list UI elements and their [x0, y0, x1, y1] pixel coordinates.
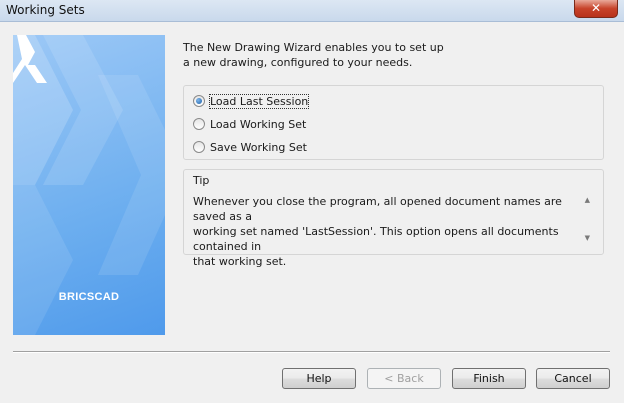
radio-button-checked[interactable]: [193, 95, 205, 107]
radio-save-working-set[interactable]: Save Working Set: [193, 139, 307, 155]
wizard-intro-text: The New Drawing Wizard enables you to se…: [183, 40, 603, 70]
tip-title: Tip: [193, 174, 210, 187]
back-button[interactable]: < Back: [367, 368, 441, 389]
brand-side-panel: BRICSCAD: [13, 35, 165, 335]
tip-text: Whenever you close the program, all open…: [193, 194, 573, 269]
help-button[interactable]: Help: [282, 368, 356, 389]
options-group: Load Last Session Load Working Set Save …: [183, 85, 604, 160]
title-bar: Working Sets ✕: [0, 0, 624, 22]
scroll-up-arrow-icon[interactable]: ▲: [585, 196, 590, 204]
intro-line-2: a new drawing, configured to your needs.: [183, 56, 413, 69]
cancel-button[interactable]: Cancel: [536, 368, 610, 389]
tip-line-1: Whenever you close the program, all open…: [193, 195, 562, 223]
radio-load-working-set[interactable]: Load Working Set: [193, 116, 306, 132]
radio-label[interactable]: Load Working Set: [210, 118, 306, 131]
tip-group: Tip Whenever you close the program, all …: [183, 169, 604, 268]
radio-label[interactable]: Load Last Session: [208, 93, 310, 109]
scroll-down-arrow-icon[interactable]: ▼: [585, 234, 590, 242]
bricscad-logo-icon: [13, 35, 47, 83]
close-button[interactable]: ✕: [574, 0, 618, 18]
brand-name: BRICSCAD: [58, 291, 120, 303]
tip-line-3: that working set.: [193, 255, 287, 268]
dialog-body: BRICSCAD The New Drawing Wizard enables …: [0, 22, 624, 403]
radio-button[interactable]: [193, 141, 205, 153]
radio-label[interactable]: Save Working Set: [210, 141, 307, 154]
footer-divider: [13, 351, 610, 353]
close-icon: ✕: [590, 1, 602, 15]
intro-line-1: The New Drawing Wizard enables you to se…: [183, 41, 444, 54]
finish-button[interactable]: Finish: [452, 368, 526, 389]
window-title: Working Sets: [6, 3, 85, 17]
radio-load-last-session[interactable]: Load Last Session: [193, 93, 310, 109]
radio-button[interactable]: [193, 118, 205, 130]
tip-line-2: working set named 'LastSession'. This op…: [193, 225, 559, 253]
